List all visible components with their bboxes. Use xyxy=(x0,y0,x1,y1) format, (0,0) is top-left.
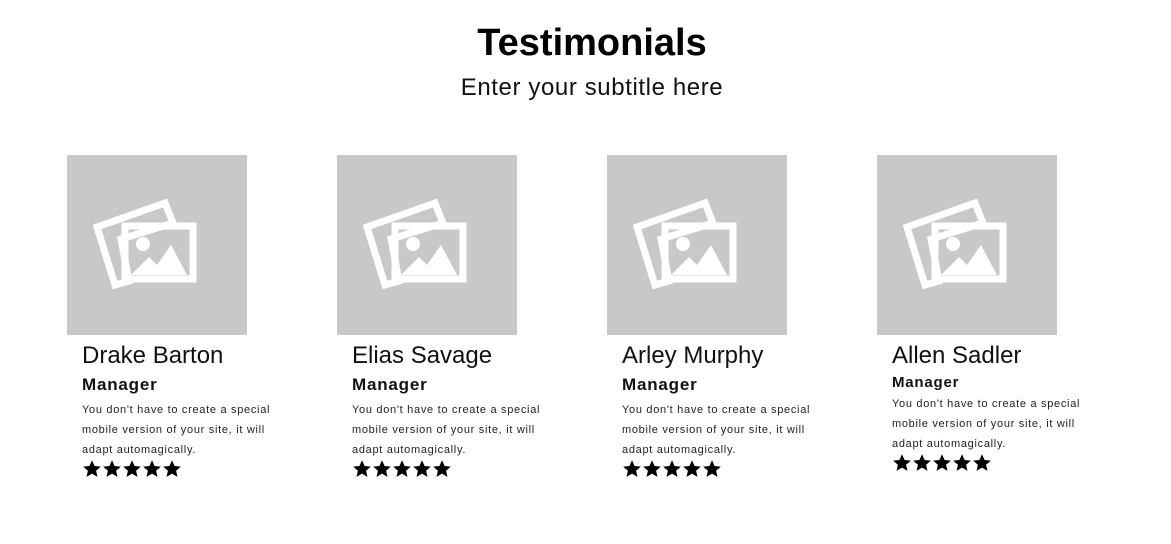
testimonial-role: Manager xyxy=(622,375,698,394)
testimonial-photo xyxy=(877,155,1057,335)
star-icon xyxy=(893,454,911,471)
star-icon xyxy=(83,460,101,477)
star-icon xyxy=(643,460,661,477)
star-icon xyxy=(683,460,701,477)
star-icon xyxy=(663,460,681,477)
star-icon xyxy=(433,460,451,477)
rating-stars xyxy=(337,459,577,479)
star-icon xyxy=(143,460,161,477)
star-icon xyxy=(623,460,641,477)
star-icon xyxy=(163,460,181,477)
star-icon xyxy=(413,460,431,477)
testimonial-role: Manager xyxy=(892,374,960,391)
testimonial-quote: You don't have to create a special mobil… xyxy=(622,404,811,456)
testimonial-name: Allen Sadler xyxy=(892,342,1022,369)
star-icon xyxy=(353,460,371,477)
star-icon xyxy=(933,454,951,471)
testimonial-name: Arley Murphy xyxy=(622,342,764,369)
rating-stars xyxy=(877,453,1117,473)
testimonial-photo xyxy=(67,155,247,335)
testimonial-quote: You don't have to create a special mobil… xyxy=(892,398,1081,450)
image-placeholder-icon xyxy=(633,198,737,290)
testimonial-photo xyxy=(337,155,517,335)
star-icon xyxy=(953,454,971,471)
image-placeholder-icon xyxy=(93,198,197,290)
testimonial-role: Manager xyxy=(352,375,428,394)
testimonial-name: Elias Savage xyxy=(352,342,493,369)
testimonial-card: Allen Sadler Manager You don't have to c… xyxy=(877,155,1117,473)
testimonial-name: Drake Barton xyxy=(82,342,224,369)
star-icon xyxy=(913,454,931,471)
star-icon xyxy=(103,460,121,477)
testimonial-quote: You don't have to create a special mobil… xyxy=(82,404,271,456)
image-placeholder-icon xyxy=(903,198,1007,290)
star-icon xyxy=(703,460,721,477)
testimonial-photo xyxy=(607,155,787,335)
rating-stars xyxy=(67,459,307,479)
testimonial-quote: You don't have to create a special mobil… xyxy=(352,404,541,456)
page-title: Testimonials xyxy=(477,22,707,64)
testimonial-role: Manager xyxy=(82,375,158,394)
star-icon xyxy=(393,460,411,477)
rating-stars xyxy=(607,459,847,479)
testimonial-card: Elias Savage Manager You don't have to c… xyxy=(337,155,577,479)
testimonial-card: Drake Barton Manager You don't have to c… xyxy=(67,155,307,479)
star-icon xyxy=(373,460,391,477)
star-icon xyxy=(123,460,141,477)
star-icon xyxy=(973,454,991,471)
page-subtitle: Enter your subtitle here xyxy=(460,74,724,101)
testimonial-card: Arley Murphy Manager You don't have to c… xyxy=(607,155,847,479)
image-placeholder-icon xyxy=(363,198,467,290)
